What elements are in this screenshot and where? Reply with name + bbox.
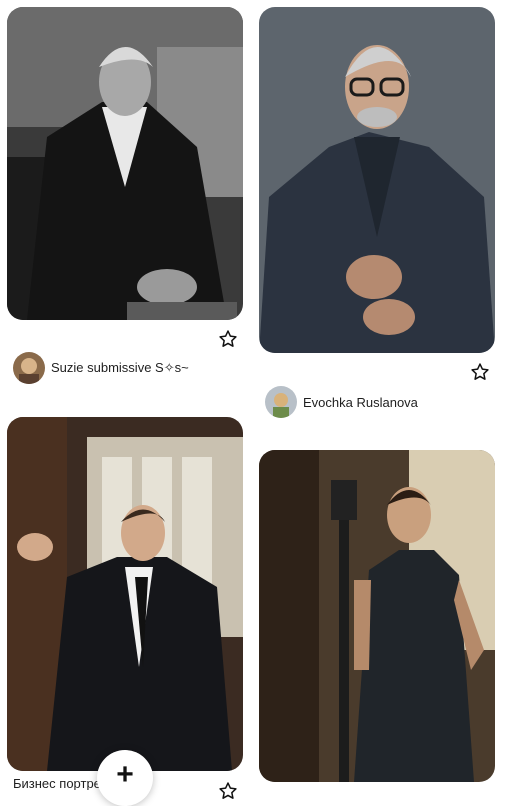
pin-image[interactable] xyxy=(259,450,495,782)
pin-image[interactable] xyxy=(7,417,243,771)
plus-icon: + xyxy=(116,758,134,791)
pin-author[interactable]: Suzie submissive S✧s~ xyxy=(13,352,189,384)
author-name: Evochka Ruslanova xyxy=(303,394,418,410)
pin-author[interactable]: Evochka Ruslanova xyxy=(265,386,418,418)
create-pin-button[interactable]: + xyxy=(97,750,153,806)
avatar xyxy=(13,352,45,384)
favorite-star-icon[interactable] xyxy=(217,328,239,350)
author-name: Suzie submissive S✧s~ xyxy=(51,360,189,375)
pin-image[interactable] xyxy=(259,7,495,353)
avatar xyxy=(265,386,297,418)
favorite-star-icon[interactable] xyxy=(469,361,491,383)
favorite-star-icon[interactable] xyxy=(217,780,239,802)
pin-image[interactable] xyxy=(7,7,243,320)
